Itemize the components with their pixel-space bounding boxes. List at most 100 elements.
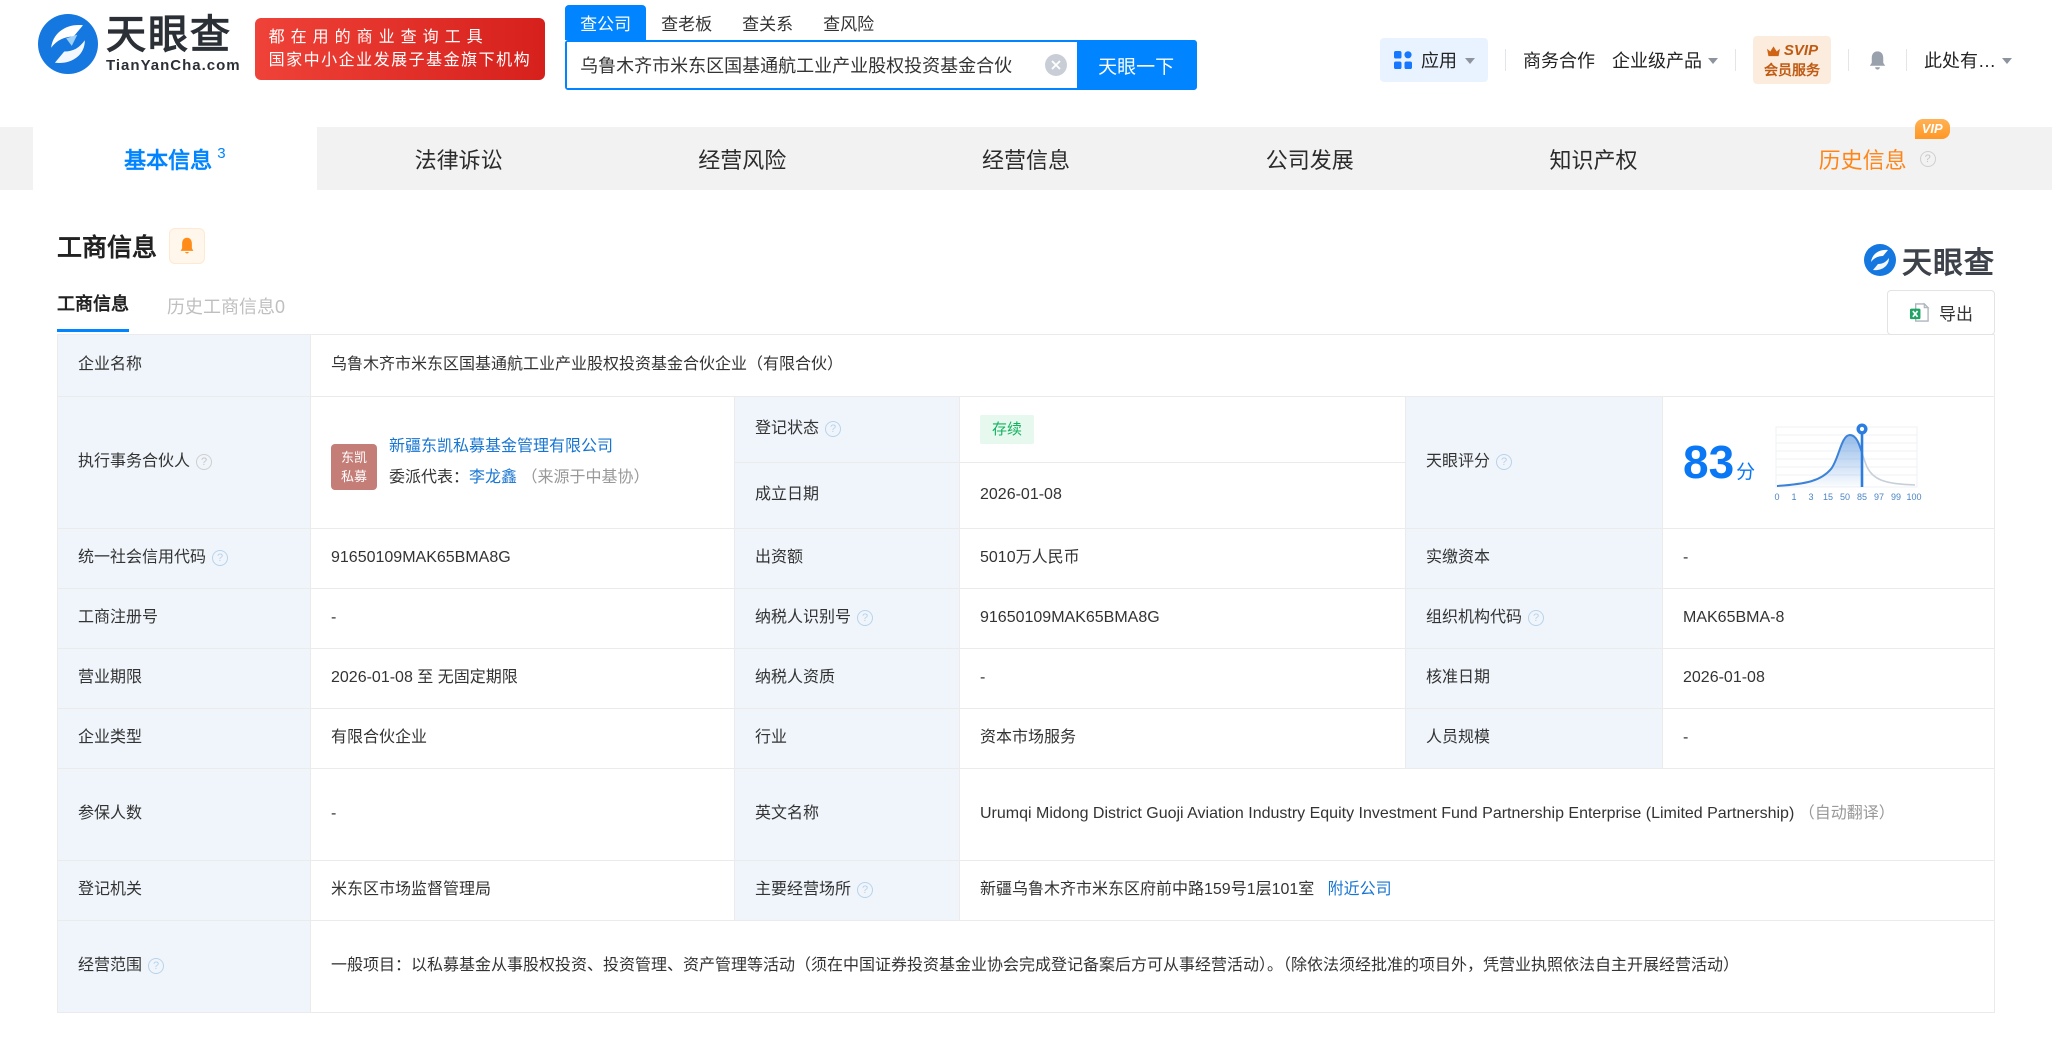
credit-code-label: 统一社会信用代码? (57, 528, 311, 589)
user-menu[interactable]: 此处有… (1924, 47, 2012, 73)
rep-source: （来源于中基协） (521, 468, 650, 486)
insured-count-value: - (310, 768, 735, 861)
tianyancha-logo[interactable]: 天眼查 TianYanCha.com (38, 14, 241, 74)
industry-value: 资本市场服务 (959, 708, 1406, 769)
svg-text:100: 100 (1907, 492, 1922, 502)
search-input[interactable] (567, 42, 1046, 88)
site-header: 天眼查 TianYanCha.com 都在用的商业查询工具 国家中小企业发展子基… (0, 0, 2052, 127)
rep-name-link[interactable]: 李龙鑫 (469, 469, 517, 486)
logo-subtitle: TianYanCha.com (106, 56, 241, 74)
table-row: 统一社会信用代码? 91650109MAK65BMA8G 出资额 5010万人民… (57, 528, 1995, 589)
help-icon[interactable]: ? (1919, 150, 1936, 167)
chevron-down-icon (1465, 57, 1475, 64)
company-tab-bar: 基本信息 3 法律诉讼 经营风险 经营信息 公司发展 知识产权 历史信息 VIP… (0, 118, 2052, 190)
tab-ip[interactable]: 知识产权 (1452, 127, 1736, 190)
nearby-companies-link[interactable]: 附近公司 (1328, 881, 1392, 898)
help-icon[interactable]: ? (825, 421, 842, 438)
reg-status-label: 登记状态? (734, 396, 960, 463)
partner-avatar[interactable]: 东凯 私募 (331, 444, 377, 491)
score-label: 天眼评分? (1405, 396, 1663, 529)
excel-icon (1909, 302, 1930, 322)
tab-history[interactable]: 历史信息 VIP ? (1735, 118, 2019, 190)
subscribe-bell-icon[interactable] (169, 228, 206, 264)
tianyancha-watermark-icon (1864, 244, 1896, 276)
tab-operation[interactable]: 经营信息 (884, 127, 1168, 190)
registration-authority-label: 登记机关 (57, 860, 311, 921)
business-scope-value: 一般项目：以私募基金从事股权投资、投资管理、资产管理等活动（须在中国证券投资基金… (310, 920, 1995, 1013)
help-icon[interactable]: ? (196, 454, 213, 471)
svg-text:97: 97 (1874, 492, 1884, 502)
help-icon[interactable]: ? (857, 882, 874, 899)
reg-number-label: 工商注册号 (57, 588, 311, 649)
subtab-business-info[interactable]: 工商信息 (57, 290, 129, 332)
premises-value: 新疆乌鲁木齐市米东区府前中路159号1层101室 附近公司 (959, 860, 1995, 921)
svg-text:85: 85 (1857, 492, 1867, 502)
nav-enterprise[interactable]: 企业级产品 (1612, 47, 1718, 73)
search-tab-risk[interactable]: 查风险 (808, 5, 889, 40)
credit-code-value: 91650109MAK65BMA8G (310, 528, 735, 589)
table-row: 执行事务合伙人? 东凯 私募 新疆东凯私募基金管理有限公司 委派代表：李龙鑫 （… (57, 396, 1995, 529)
search-tab-boss[interactable]: 查老板 (646, 5, 727, 40)
business-term-label: 营业期限 (57, 648, 311, 709)
help-icon[interactable]: ? (1496, 454, 1513, 471)
vip-badge: VIP (1914, 118, 1950, 139)
insured-count-label: 参保人数 (57, 768, 311, 861)
watermark-text: 天眼查 (1902, 247, 1995, 280)
taxpayer-id-value: 91650109MAK65BMA8G (959, 588, 1406, 649)
notification-bell-icon[interactable] (1866, 48, 1889, 72)
search-tab-relation[interactable]: 查关系 (727, 5, 808, 40)
crown-icon (1766, 46, 1780, 56)
staff-size-value: - (1662, 708, 1995, 769)
table-row: 企业类型 有限合伙企业 行业 资本市场服务 人员规模 - (57, 708, 1995, 769)
tab-basic-info[interactable]: 基本信息 3 (33, 127, 317, 190)
paid-capital-label: 实缴资本 (1405, 528, 1663, 589)
svip-member-badge[interactable]: SVIP 会员服务 (1753, 36, 1831, 84)
auto-translate-note: （自动翻译） (1798, 805, 1895, 823)
promo-line2: 国家中小企业发展子基金旗下机构 (268, 52, 532, 70)
table-row: 营业期限 2026-01-08 至 无固定期限 纳税人资质 - 核准日期 202… (57, 648, 1995, 709)
main-content: 天眼查 工商信息 工商信息 历史工商信息0 导出 企业名称 乌鲁木齐市米东区国基… (0, 228, 2052, 1013)
table-row: 经营范围? 一般项目：以私募基金从事股权投资、投资管理、资产管理等活动（须在中国… (57, 920, 1995, 1013)
capital-value: 5010万人民币 (959, 528, 1406, 589)
header-nav: 应用 商务合作 企业级产品 SVIP 会员服务 此处有… (1380, 36, 2012, 84)
company-name-value: 乌鲁木齐市米东区国基通航工业产业股权投资基金合伙企业（有限合伙） (310, 334, 1995, 397)
nav-cooperation[interactable]: 商务合作 (1523, 47, 1595, 73)
subtab-history-info[interactable]: 历史工商信息0 (167, 293, 285, 332)
establish-date-value: 2026-01-08 (959, 462, 1406, 529)
svg-text:99: 99 (1891, 492, 1901, 502)
partner-company-link[interactable]: 新疆东凯私募基金管理有限公司 (389, 438, 613, 455)
chevron-down-icon (2002, 57, 2012, 64)
approval-date-label: 核准日期 (1405, 648, 1663, 709)
company-type-label: 企业类型 (57, 708, 311, 769)
tianyancha-logo-icon (38, 14, 98, 74)
rep-label: 委派代表： (389, 468, 470, 486)
help-icon[interactable]: ? (212, 550, 229, 567)
partner-label: 执行事务合伙人? (57, 396, 311, 529)
table-row: 工商注册号 - 纳税人识别号? 91650109MAK65BMA8G 组织机构代… (57, 588, 1995, 649)
help-icon[interactable]: ? (1528, 610, 1545, 627)
search-area: 查公司 查老板 查关系 查风险 天眼一下 (565, 5, 1198, 90)
tab-risk[interactable]: 经营风险 (600, 127, 884, 190)
apps-menu[interactable]: 应用 (1380, 37, 1488, 82)
logo-title: 天眼查 (106, 12, 232, 57)
business-scope-label: 经营范围? (57, 920, 311, 1013)
help-icon[interactable]: ? (857, 610, 874, 627)
partner-cell: 东凯 私募 新疆东凯私募基金管理有限公司 委派代表：李龙鑫 （来源于中基协） (310, 396, 735, 529)
clear-search-icon[interactable] (1045, 54, 1068, 76)
tab-legal[interactable]: 法律诉讼 (317, 127, 601, 190)
search-button[interactable]: 天眼一下 (1077, 42, 1196, 88)
capital-label: 出资额 (734, 528, 960, 589)
search-tabs: 查公司 查老板 查关系 查风险 (565, 5, 1197, 40)
taxpayer-quality-label: 纳税人资质 (734, 648, 960, 709)
export-button[interactable]: 导出 (1887, 290, 1995, 335)
help-icon[interactable]: ? (148, 958, 165, 975)
reg-number-value: - (310, 588, 735, 649)
tab-development[interactable]: 公司发展 (1168, 127, 1452, 190)
score-distribution-chart: 0 1 3 15 50 85 97 99 100 (1775, 423, 1922, 502)
tab-basic-count: 3 (217, 145, 226, 162)
paid-capital-value: - (1662, 528, 1995, 589)
watermark-logo: 天眼查 (1864, 238, 1995, 282)
status-badge: 存续 (980, 414, 1035, 445)
search-tab-company[interactable]: 查公司 (565, 5, 647, 40)
svg-text:0: 0 (1775, 492, 1780, 502)
